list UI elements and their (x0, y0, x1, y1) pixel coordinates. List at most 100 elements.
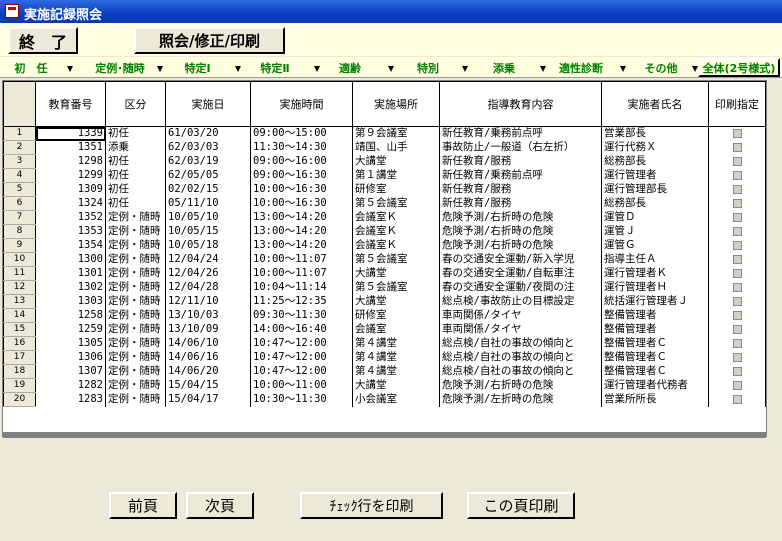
row-number[interactable]: 19 (3, 378, 36, 393)
cell-time[interactable]: 13:00～14:20 (250, 238, 353, 253)
table-row[interactable]: 14 1258 定例・随時 13/10/03 09:30～11:30 研修室 車両関係/タイ… (3, 308, 766, 323)
cell-number[interactable]: 1306 (35, 350, 106, 365)
cell-place[interactable]: 大講堂 (352, 378, 440, 393)
cell-category[interactable]: 定例・随時 (105, 294, 166, 309)
cell-content[interactable]: 危険予測/左折時の危険 (439, 392, 602, 407)
cell-place[interactable]: 会議室Ｋ (352, 210, 440, 225)
cell-number[interactable]: 1300 (35, 252, 106, 267)
row-number[interactable]: 9 (3, 238, 36, 253)
cell-place[interactable]: 第５会議室 (352, 280, 440, 295)
row-number[interactable]: 8 (3, 224, 36, 239)
cell-number[interactable]: 1299 (35, 168, 106, 183)
cell-category[interactable]: 定例・随時 (105, 336, 166, 351)
tab-age[interactable]: 適齢 (320, 59, 380, 77)
prev-page-button[interactable]: 前頁 (109, 492, 177, 519)
exit-button[interactable]: 終 了 (8, 27, 78, 54)
table-row[interactable]: 13 1303 定例・随時 12/11/10 11:25～12:35 大講堂 総点検/事故防… (3, 294, 766, 309)
cell-content[interactable]: 車両関係/タイヤ (439, 308, 602, 323)
cell-time[interactable]: 10:00～16:30 (250, 196, 353, 211)
cell-time[interactable]: 14:00～16:40 (250, 322, 353, 337)
cell-content[interactable]: 総点検/事故防止の目標設定 (439, 294, 602, 309)
cell-content[interactable]: 新任教育/服務 (439, 196, 602, 211)
cell-time[interactable]: 13:00～14:20 (250, 224, 353, 239)
print-checkbox[interactable] (732, 170, 742, 180)
cell-time[interactable]: 09:30～11:30 (250, 308, 353, 323)
cell-number[interactable]: 1301 (35, 266, 106, 281)
cell-category[interactable]: 定例・随時 (105, 238, 166, 253)
tab-initial[interactable]: 初 任 (6, 59, 56, 77)
cell-category[interactable]: 初任 (105, 182, 166, 197)
cell-category[interactable]: 定例・随時 (105, 392, 166, 407)
print-checkbox[interactable] (732, 324, 742, 334)
cell-number[interactable]: 1283 (35, 392, 106, 407)
cell-date[interactable]: 13/10/09 (165, 322, 251, 337)
print-checkbox[interactable] (732, 310, 742, 320)
row-number[interactable]: 3 (3, 154, 36, 169)
cell-category[interactable]: 初任 (105, 154, 166, 169)
cell-date[interactable]: 13/10/03 (165, 308, 251, 323)
column-header-category[interactable]: 区分 (105, 81, 166, 127)
cell-place[interactable]: 第４講堂 (352, 350, 440, 365)
column-header-number[interactable]: 教育番号 (35, 81, 106, 127)
print-checkbox[interactable] (732, 240, 742, 250)
cell-number[interactable]: 1339 (35, 126, 106, 141)
cell-instructor[interactable]: 営業部長 (601, 126, 709, 141)
row-number[interactable]: 14 (3, 308, 36, 323)
cell-instructor[interactable]: 運管Ｇ (601, 238, 709, 253)
cell-date[interactable]: 62/03/19 (165, 154, 251, 169)
tab-specific-1[interactable]: 特定Ⅰ (165, 59, 230, 77)
cell-category[interactable]: 初任 (105, 196, 166, 211)
row-number[interactable]: 1 (3, 126, 36, 141)
print-checkbox[interactable] (732, 198, 742, 208)
cell-content[interactable]: 新任教育/服務 (439, 182, 602, 197)
cell-number[interactable]: 1353 (35, 224, 106, 239)
print-checkbox[interactable] (732, 254, 742, 264)
cell-number[interactable]: 1307 (35, 364, 106, 379)
cell-instructor[interactable]: 運管Ｊ (601, 224, 709, 239)
cell-date[interactable]: 12/04/24 (165, 252, 251, 267)
cell-instructor[interactable]: 整備管理者Ｃ (601, 336, 709, 351)
cell-time[interactable]: 10:04～11:14 (250, 280, 353, 295)
cell-number[interactable]: 1259 (35, 322, 106, 337)
row-number[interactable]: 6 (3, 196, 36, 211)
cell-time[interactable]: 10:00～11:07 (250, 252, 353, 267)
cell-content[interactable]: 危険予測/右折時の危険 (439, 224, 602, 239)
table-row[interactable]: 12 1302 定例・随時 12/04/28 10:04～11:14 第５会議室 春の交通安… (3, 280, 766, 295)
column-header-date[interactable]: 実施日 (165, 81, 251, 127)
cell-category[interactable]: 定例・随時 (105, 322, 166, 337)
table-row[interactable]: 7 1352 定例・随時 10/05/10 13:00～14:20 会議室Ｋ 危険予測/右折… (3, 210, 766, 225)
cell-content[interactable]: 新任教育/乗務前点呼 (439, 126, 602, 141)
tab-specific-2[interactable]: 特定Ⅱ (245, 59, 305, 77)
cell-date[interactable]: 02/02/15 (165, 182, 251, 197)
cell-instructor[interactable]: 整備管理者 (601, 308, 709, 323)
row-number[interactable]: 5 (3, 182, 36, 197)
table-row[interactable]: 11 1301 定例・随時 12/04/26 10:00～11:07 大講堂 春の交通安全運… (3, 266, 766, 281)
cell-place[interactable]: 会議室 (352, 322, 440, 337)
cell-category[interactable]: 定例・随時 (105, 280, 166, 295)
cell-category[interactable]: 定例・随時 (105, 224, 166, 239)
cell-instructor[interactable]: 整備管理者 (601, 322, 709, 337)
column-header-print[interactable]: 印刷指定 (708, 81, 766, 127)
tab-all[interactable]: 全体(2号様式) (698, 58, 780, 77)
cell-date[interactable]: 12/04/26 (165, 266, 251, 281)
cell-time[interactable]: 11:30～14:30 (250, 140, 353, 155)
table-row[interactable]: 8 1353 定例・随時 10/05/15 13:00～14:20 会議室Ｋ 危険予測/右折… (3, 224, 766, 239)
table-row[interactable]: 17 1306 定例・随時 14/06/16 10:47～12:00 第４講堂 総点検/自社… (3, 350, 766, 365)
cell-content[interactable]: 総点検/自社の事故の傾向と (439, 336, 602, 351)
cell-time[interactable]: 10:00～16:30 (250, 182, 353, 197)
table-row[interactable]: 18 1307 定例・随時 14/06/20 10:47～12:00 第４講堂 総点検/自社… (3, 364, 766, 379)
cell-date[interactable]: 62/05/05 (165, 168, 251, 183)
cell-date[interactable]: 62/03/03 (165, 140, 251, 155)
cell-place[interactable]: 大講堂 (352, 266, 440, 281)
print-checkbox[interactable] (732, 128, 742, 138)
cell-content[interactable]: 事故防止/一般道（右左折） (439, 140, 602, 155)
print-checked-rows-button[interactable]: ﾁｪｯｸ行を印刷 (300, 492, 443, 519)
row-number[interactable]: 13 (3, 294, 36, 309)
cell-instructor[interactable]: 運行管理者Ｋ (601, 266, 709, 281)
cell-time[interactable]: 10:00～11:07 (250, 266, 353, 281)
cell-place[interactable]: 第４講堂 (352, 364, 440, 379)
table-row[interactable]: 5 1309 初任 02/02/15 10:00～16:30 研修室 新任教育/服務 運行管理… (3, 182, 766, 197)
cell-date[interactable]: 14/06/10 (165, 336, 251, 351)
cell-number[interactable]: 1305 (35, 336, 106, 351)
cell-time[interactable]: 10:00～11:00 (250, 378, 353, 393)
